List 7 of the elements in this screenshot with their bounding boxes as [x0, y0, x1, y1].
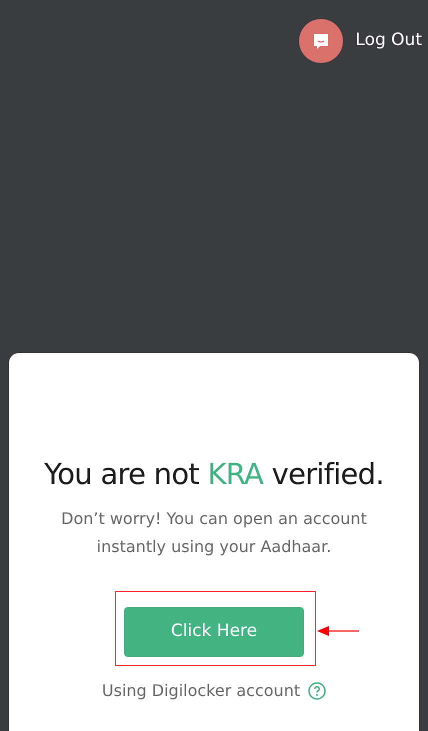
message: Don’t worry! You can open an account instantly using your Aadhaar. — [60, 508, 368, 558]
help-icon[interactable] — [308, 682, 326, 700]
logout-button[interactable]: Log Out — [355, 28, 422, 54]
pointer-arrow — [317, 624, 359, 636]
digilocker-note: Using Digilocker account — [102, 680, 300, 702]
avatar-icon[interactable] — [299, 19, 344, 63]
title: You are not KRA verified. — [44, 456, 384, 493]
